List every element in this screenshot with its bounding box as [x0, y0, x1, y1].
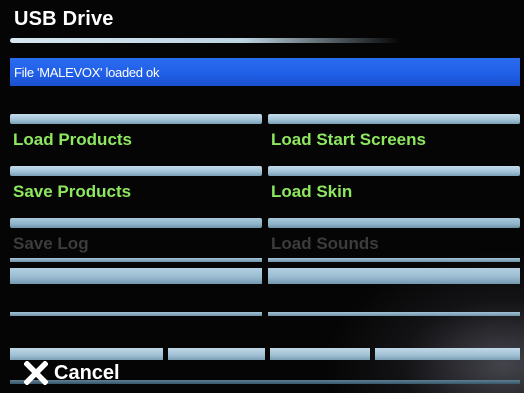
status-message: File 'MALEVOX' loaded ok: [14, 65, 160, 80]
button-bar: [268, 218, 520, 228]
load-sounds-label: Load Sounds: [271, 234, 379, 253]
save-products-label: Save Products: [13, 182, 132, 201]
cancel-label: Cancel: [54, 361, 120, 384]
empty-slot-left: [10, 268, 262, 284]
softkey-bar-1: [10, 348, 163, 360]
load-start-screens-label: Load Start Screens: [271, 130, 426, 149]
button-bar: [10, 218, 262, 228]
divider-line: [10, 312, 262, 316]
load-sounds-button[interactable]: Load Sounds: [268, 218, 520, 272]
load-products-label: Load Products: [13, 130, 133, 149]
status-bar: File 'MALEVOX' loaded ok: [10, 58, 520, 86]
divider-line: [268, 258, 520, 262]
empty-slot-right: [268, 268, 520, 284]
cancel-button[interactable]: Cancel: [23, 360, 120, 386]
load-skin-button[interactable]: Load Skin: [268, 166, 520, 220]
softkey-bar-3: [270, 348, 370, 360]
save-log-label: Save Log: [13, 234, 89, 253]
load-products-button[interactable]: Load Products: [10, 114, 262, 168]
usb-drive-screen: USB Drive File 'MALEVOX' loaded ok Load …: [0, 0, 524, 393]
save-products-button[interactable]: Save Products: [10, 166, 262, 220]
button-bar: [10, 166, 262, 176]
load-skin-label: Load Skin: [271, 182, 353, 201]
page-title: USB Drive: [14, 8, 114, 30]
save-log-button[interactable]: Save Log: [10, 218, 262, 272]
button-bar: [268, 114, 520, 124]
softkey-bar-4: [375, 348, 520, 360]
load-start-screens-button[interactable]: Load Start Screens: [268, 114, 520, 168]
close-icon: [23, 360, 49, 386]
divider-line: [268, 312, 520, 316]
divider-line: [10, 258, 262, 262]
button-bar: [268, 166, 520, 176]
softkey-bar-2: [168, 348, 265, 360]
title-underline: [10, 38, 400, 43]
button-bar: [10, 114, 262, 124]
